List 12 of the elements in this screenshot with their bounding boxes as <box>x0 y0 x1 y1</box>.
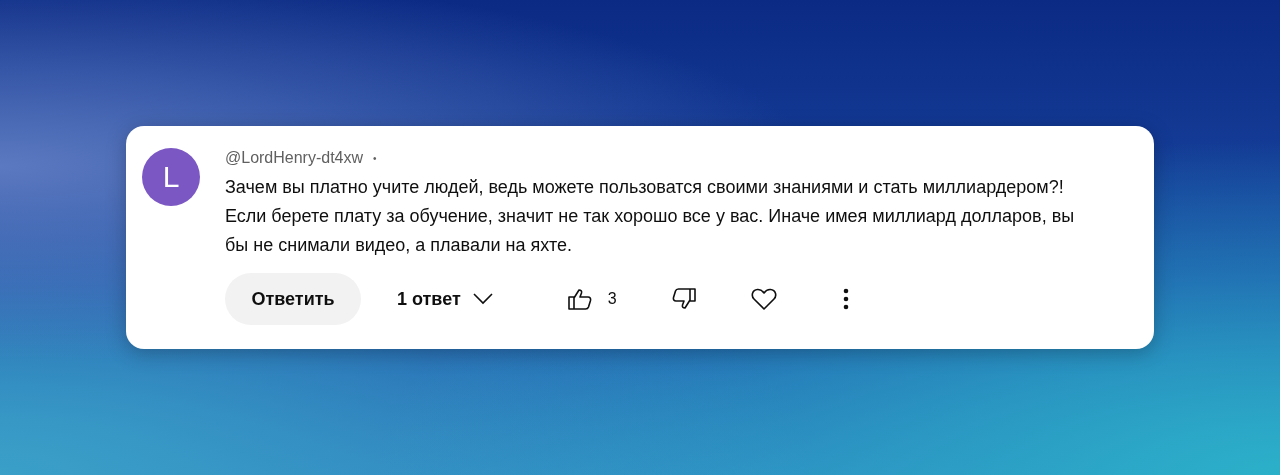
heart-icon[interactable] <box>750 287 777 311</box>
more-options-icon[interactable] <box>842 288 849 310</box>
author-name[interactable]: @LordHenry-dt4xw <box>225 149 364 167</box>
chevron-down-icon <box>472 293 493 305</box>
thumbs-down-icon[interactable] <box>671 288 696 310</box>
reply-button[interactable]: Ответить <box>225 273 361 325</box>
replies-toggle[interactable]: 1 ответ <box>397 288 493 310</box>
like-count: 3 <box>607 290 617 308</box>
separator-dot: • <box>373 152 377 164</box>
avatar[interactable]: L <box>142 148 200 206</box>
comment-text: Зачем вы платно учите людей, ведь можете пользоватся своими знаниями и стать миллиардером?! Если берете плату за обучение, значит не так хорошо все у вас. Иначе имея миллиард долларов, вы бы не снимали видео, а плавали на яхте. <box>225 176 1076 257</box>
thumbs-up-icon[interactable] <box>567 288 592 310</box>
